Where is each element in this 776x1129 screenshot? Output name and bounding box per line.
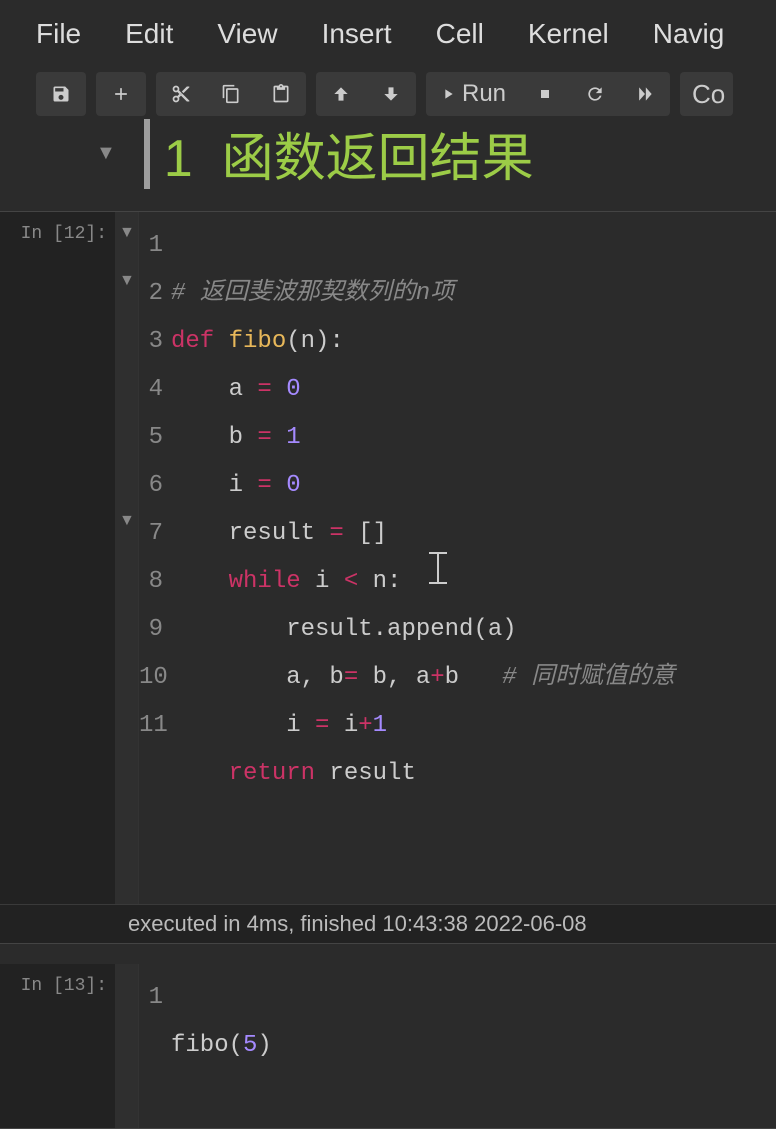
run-label: Run — [462, 80, 506, 108]
menubar: File Edit View Insert Cell Kernel Navig — [0, 0, 776, 68]
menu-view[interactable]: View — [217, 18, 277, 50]
cut-button[interactable] — [156, 72, 206, 116]
menu-cell[interactable]: Cell — [436, 18, 484, 50]
save-button[interactable] — [36, 72, 86, 116]
menu-navigate[interactable]: Navig — [653, 18, 725, 50]
cell-2-fold-gutter — [115, 964, 139, 1128]
move-down-button[interactable] — [366, 72, 416, 116]
add-cell-button[interactable] — [96, 72, 146, 116]
cell-1-code-editor[interactable]: # 返回斐波那契数列的n项 def fibo(n): a = 0 b = 1 i… — [167, 212, 776, 904]
menu-insert[interactable]: Insert — [322, 18, 392, 50]
celltype-select[interactable]: Co — [680, 72, 733, 116]
cell-1-prompt: In [12]: — [0, 212, 115, 904]
run-button[interactable]: Run — [426, 72, 520, 116]
cell-2-line-numbers: 1 — [139, 964, 167, 1128]
heading-indicator-bar — [144, 119, 150, 189]
menu-kernel[interactable]: Kernel — [528, 18, 609, 50]
restart-run-all-button[interactable] — [620, 72, 670, 116]
paste-button[interactable] — [256, 72, 306, 116]
cell-1-line-numbers: 1 2 3 4 5 6 7 8 9 10 11 — [139, 212, 167, 904]
stop-button[interactable] — [520, 72, 570, 116]
heading-row: ▼ 1 函数返回结果 — [0, 116, 776, 191]
cell-1-fold-gutter: ▼ ▼ ▼ — [115, 212, 139, 904]
cell-1-exec-info: executed in 4ms, finished 10:43:38 2022-… — [0, 904, 776, 943]
heading-title: 函数返回结果 — [222, 130, 534, 188]
cell-1: In [12]: ▼ ▼ ▼ 1 2 3 4 5 6 7 8 9 10 11 #… — [0, 211, 776, 944]
text-cursor-icon — [429, 552, 447, 584]
menu-file[interactable]: File — [36, 18, 81, 50]
move-up-button[interactable] — [316, 72, 366, 116]
cell-2: In [13]: 1 fibo(5) — [0, 964, 776, 1129]
restart-button[interactable] — [570, 72, 620, 116]
cell-2-code-editor[interactable]: fibo(5) — [167, 964, 776, 1128]
heading-number: 1 — [164, 130, 193, 188]
menu-edit[interactable]: Edit — [125, 18, 173, 50]
fold-arrow-icon[interactable]: ▼ — [119, 224, 135, 242]
collapse-heading-icon[interactable]: ▼ — [96, 142, 116, 165]
fold-arrow-icon[interactable]: ▼ — [119, 512, 135, 530]
heading-text: 1 函数返回结果 — [164, 116, 534, 191]
celltype-label: Co — [692, 79, 725, 110]
copy-button[interactable] — [206, 72, 256, 116]
cell-2-prompt: In [13]: — [0, 964, 115, 1128]
fold-arrow-icon[interactable]: ▼ — [119, 272, 135, 290]
